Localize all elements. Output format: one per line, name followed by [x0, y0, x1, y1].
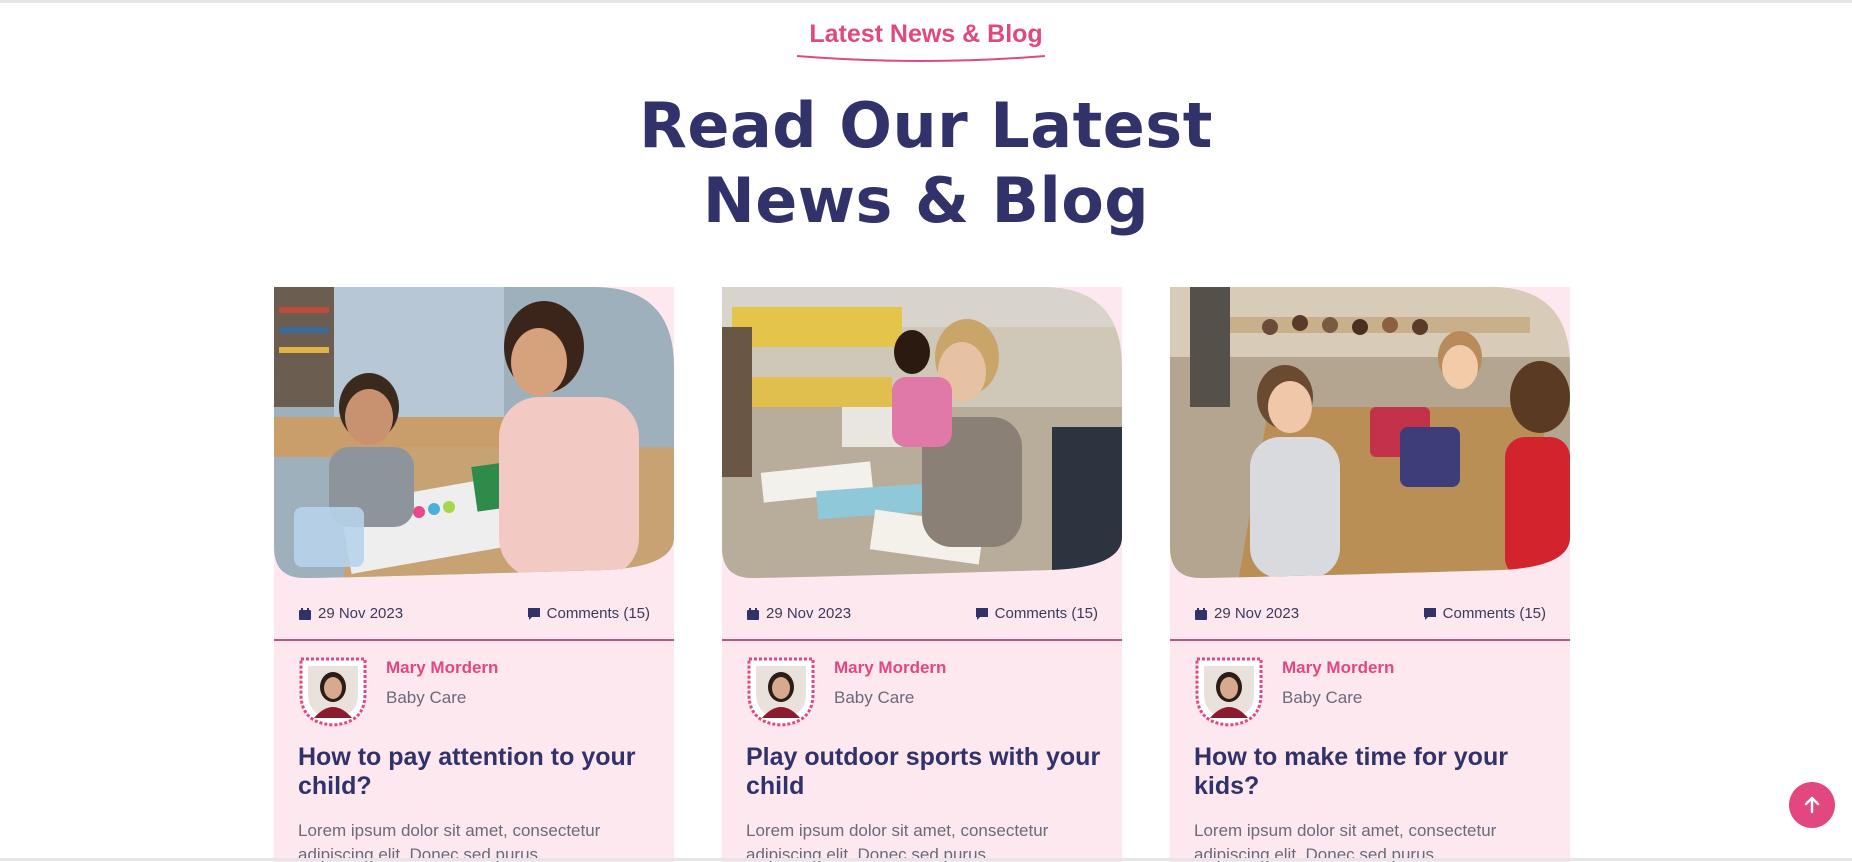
author-name[interactable]: Mary Mordern — [1282, 658, 1394, 678]
post-excerpt: Lorem ipsum dolor sit amet, consectetur … — [298, 821, 601, 862]
comment-icon — [527, 607, 540, 620]
arrow-up-icon — [1804, 796, 1820, 814]
post-meta: 29 Nov 2023 Comments (15) — [298, 603, 650, 625]
blog-card[interactable]: 29 Nov 2023 Comments (15) Mary Mordern B… — [1170, 287, 1570, 862]
post-date: 29 Nov 2023 — [298, 605, 403, 622]
post-date: 29 Nov 2023 — [1194, 605, 1299, 622]
post-title[interactable]: How to make time for your kids? — [1194, 743, 1554, 801]
blog-photo-kids-drawing[interactable] — [722, 287, 1122, 578]
blog-photo-kids-lunch[interactable] — [1170, 287, 1570, 578]
calendar-icon — [1195, 607, 1207, 620]
post-comments[interactable]: Comments (15) — [1423, 605, 1546, 622]
card-divider — [722, 639, 1122, 641]
post-comments-text: Comments (15) — [994, 605, 1098, 622]
post-comments[interactable]: Comments (15) — [975, 605, 1098, 622]
post-comments[interactable]: Comments (15) — [527, 605, 650, 622]
calendar-icon — [747, 607, 759, 620]
post-date-text: 29 Nov 2023 — [1214, 605, 1300, 622]
post-date-text: 29 Nov 2023 — [318, 605, 404, 622]
post-comments-text: Comments (15) — [546, 605, 650, 622]
author-role: Baby Care — [834, 688, 915, 707]
section-tag: Latest News & Blog — [809, 20, 1043, 48]
comment-icon — [1423, 607, 1436, 620]
heading-line-2: News & Blog — [702, 164, 1150, 237]
section-heading: Read Our Latest News & Blog — [0, 88, 1852, 238]
heading-line-1: Read Our Latest — [639, 89, 1213, 162]
comment-icon — [975, 607, 988, 620]
author-avatar — [1195, 657, 1263, 727]
top-border — [0, 0, 1852, 3]
post-meta: 29 Nov 2023 Comments (15) — [746, 603, 1098, 625]
post-comments-text: Comments (15) — [1442, 605, 1546, 622]
author-avatar — [747, 657, 815, 727]
post-date: 29 Nov 2023 — [746, 605, 851, 622]
blog-card[interactable]: 29 Nov 2023 Comments (15) Mary Mordern B… — [722, 287, 1122, 862]
author-role: Baby Care — [1282, 688, 1363, 707]
blog-photo-teacher-and-child[interactable] — [274, 287, 674, 578]
blog-card[interactable]: 29 Nov 2023 Comments (15) Mary Mordern B… — [274, 287, 674, 862]
author-role: Baby Care — [386, 688, 467, 707]
post-title[interactable]: Play outdoor sports with your child — [746, 743, 1106, 801]
tag-underline — [796, 55, 1046, 62]
scroll-to-top-button[interactable] — [1789, 782, 1835, 828]
author-avatar — [299, 657, 367, 727]
post-date-text: 29 Nov 2023 — [766, 605, 852, 622]
post-excerpt: Lorem ipsum dolor sit amet, consectetur … — [1194, 821, 1497, 862]
card-divider — [274, 639, 674, 641]
card-divider — [1170, 639, 1570, 641]
post-title[interactable]: How to pay attention to your child? — [298, 743, 658, 801]
author-name[interactable]: Mary Mordern — [834, 658, 946, 678]
calendar-icon — [299, 607, 311, 620]
author-name[interactable]: Mary Mordern — [386, 658, 498, 678]
post-meta: 29 Nov 2023 Comments (15) — [1194, 603, 1546, 625]
post-excerpt: Lorem ipsum dolor sit amet, consectetur … — [746, 821, 1049, 862]
